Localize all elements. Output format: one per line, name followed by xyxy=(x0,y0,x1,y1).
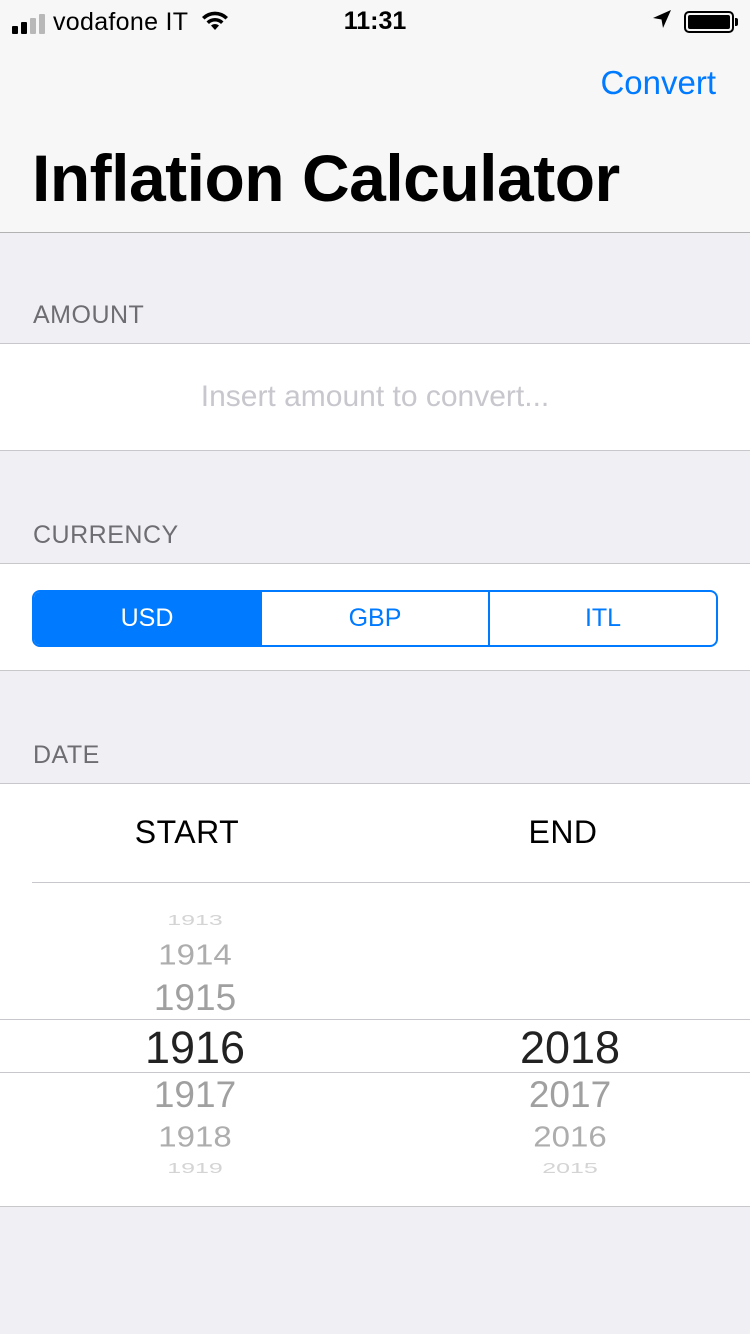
battery-icon xyxy=(684,10,738,33)
start-year-option[interactable]: 1919 xyxy=(75,1160,315,1177)
segment-itl[interactable]: ITL xyxy=(488,592,716,645)
convert-button[interactable]: Convert xyxy=(600,64,716,102)
end-year-option[interactable]: 2016 xyxy=(450,1120,690,1153)
end-year-option[interactable]: 2015 xyxy=(450,1160,690,1177)
amount-input[interactable] xyxy=(0,344,750,450)
end-year-selected[interactable]: 2018 xyxy=(450,1022,690,1074)
start-year-option[interactable]: 1917 xyxy=(75,1074,315,1116)
location-arrow-icon xyxy=(652,9,672,34)
start-year-option[interactable]: 1913 xyxy=(75,912,315,929)
page-title: Inflation Calculator xyxy=(32,141,620,215)
start-year-selected[interactable]: 1916 xyxy=(75,1022,315,1074)
end-year-picker[interactable]: 2018 2017 2016 2015 xyxy=(450,784,690,1208)
status-time: 11:31 xyxy=(343,7,407,35)
amount-cell xyxy=(0,343,750,451)
currency-segmented-control: USD GBP ITL xyxy=(32,590,718,647)
currency-cell: USD GBP ITL xyxy=(0,563,750,671)
start-year-picker[interactable]: 1913 1914 1915 1916 1917 1918 1919 xyxy=(75,784,315,1208)
segment-usd[interactable]: USD xyxy=(34,592,260,645)
navigation-bar: Convert Inflation Calculator xyxy=(0,40,750,233)
status-bar: vodafone IT 11:31 xyxy=(0,0,750,40)
start-year-option[interactable]: 1915 xyxy=(75,977,315,1019)
start-year-option[interactable]: 1918 xyxy=(75,1120,315,1153)
segment-gbp[interactable]: GBP xyxy=(260,592,488,645)
start-year-option[interactable]: 1914 xyxy=(75,938,315,971)
end-year-option[interactable]: 2017 xyxy=(450,1074,690,1116)
date-section-header: DATE xyxy=(33,741,100,769)
currency-section-header: CURRENCY xyxy=(33,521,179,549)
amount-section-header: AMOUNT xyxy=(33,301,145,329)
status-right xyxy=(652,9,738,34)
date-cell: START END 1913 1914 1915 1916 1917 1918 … xyxy=(0,783,750,1207)
